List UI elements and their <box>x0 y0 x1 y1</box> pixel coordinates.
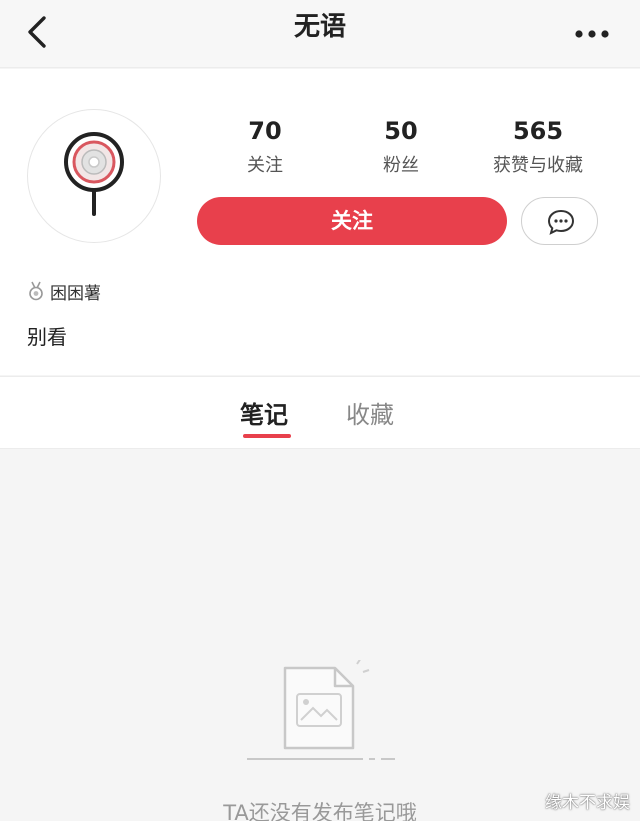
stat-followers[interactable]: 50 粉丝 <box>351 117 451 177</box>
following-label: 关注 <box>247 155 283 176</box>
content-tabs: 笔记 收藏 <box>0 376 640 449</box>
watermark: 缘木不求娱 <box>545 793 630 813</box>
chat-bubble-icon <box>547 209 575 235</box>
more-dots-icon <box>575 30 609 38</box>
avatar[interactable] <box>27 109 161 243</box>
profile-header: 70 关注 50 粉丝 565 获赞与收藏 关注 困困薯 别看 <box>0 69 640 375</box>
followers-count: 50 <box>384 117 418 145</box>
bio-text: 别看 <box>27 325 67 349</box>
empty-document-icon <box>247 660 395 760</box>
stat-following[interactable]: 70 关注 <box>215 117 315 177</box>
followers-label: 粉丝 <box>383 155 419 176</box>
badge[interactable]: 困困薯 <box>27 279 101 304</box>
magnifier-avatar-icon <box>64 132 124 216</box>
top-nav-bar: 无语 <box>0 0 640 68</box>
active-tab-indicator <box>243 434 291 438</box>
tab-notes[interactable]: 笔记 <box>240 395 288 430</box>
tab-collections[interactable]: 收藏 <box>346 395 394 430</box>
stat-likes-collections[interactable]: 565 获赞与收藏 <box>478 117 598 177</box>
medal-icon <box>29 281 43 301</box>
badge-label: 困困薯 <box>50 283 101 304</box>
likes-collections-count: 565 <box>512 117 564 145</box>
more-button[interactable] <box>574 26 610 40</box>
likes-collections-label: 获赞与收藏 <box>493 155 583 176</box>
empty-state-message: TA还没有发布笔记哦 <box>223 801 417 821</box>
following-count: 70 <box>248 117 282 145</box>
message-button[interactable] <box>521 197 598 245</box>
follow-button[interactable]: 关注 <box>197 197 507 245</box>
page-title: 无语 <box>293 12 346 42</box>
empty-state: TA还没有发布笔记哦 <box>0 450 640 821</box>
